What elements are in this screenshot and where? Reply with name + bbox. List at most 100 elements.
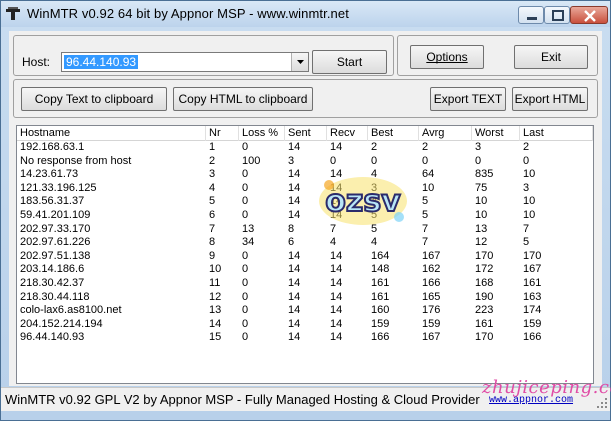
copy-html-button[interactable]: Copy HTML to clipboard [173, 87, 313, 111]
maximize-button[interactable] [544, 6, 570, 24]
cell-nr: 12 [209, 290, 222, 303]
table-row[interactable]: 59.41.201.109601414551010 [17, 209, 593, 223]
column-header-hostname[interactable]: Hostname [17, 126, 206, 141]
main-panel: Host: 96.44.140.93 Start Options Exit Co… [9, 31, 602, 386]
table-row[interactable]: 218.30.44.118 12 0 14 14 161 165 190 163 [17, 291, 593, 305]
cell-loss: 0 [242, 263, 249, 276]
cell-nr: 15 [209, 331, 222, 344]
cell-nr: 2 [209, 154, 216, 167]
table-row[interactable]: 204.152.214.194 14 0 14 14 159 159 161 159 [17, 318, 593, 332]
cell-worst: 223 [475, 304, 494, 317]
table-row[interactable]: 202.97.51.138 9 0 14 14 164 167 170 170 [17, 250, 593, 264]
cell-avrg: 7 [422, 236, 429, 249]
cell-nr: 7 [209, 222, 216, 235]
cell-loss: 0 [242, 249, 249, 262]
cell-sent: 14 [288, 263, 301, 276]
minimize-icon [527, 17, 537, 20]
cell-hostname: colo-lax6.as8100.net [20, 304, 122, 317]
close-button[interactable] [570, 6, 608, 24]
column-header-sent[interactable]: Sent [285, 126, 327, 141]
cell-hostname: 59.41.201.109 [20, 209, 91, 221]
cell-recv: 14 [330, 249, 343, 262]
cell-last: 0 [523, 154, 530, 167]
column-header-loss[interactable]: Loss % [239, 126, 285, 141]
minimize-button[interactable] [518, 6, 544, 24]
cell-best: 159 [371, 317, 390, 330]
cell-worst: 170 [475, 249, 494, 262]
cell-recv: 14 [330, 141, 343, 153]
combo-dropdown-button[interactable] [291, 53, 308, 71]
cell-avrg: 176 [422, 304, 441, 317]
column-header-last[interactable]: Last [520, 126, 593, 141]
cell-recv: 14 [330, 277, 343, 289]
table-header: Hostname Nr Loss % Sent Recv Best Avrg Worst Las… [17, 126, 593, 141]
cell-hostname: 204.152.214.194 [20, 317, 103, 330]
host-input[interactable]: 96.44.140.93 [64, 55, 139, 69]
cell-hostname: 96.44.140.93 [20, 331, 85, 344]
table-row[interactable]: 183.56.31.37501414451010 [17, 195, 593, 209]
start-button[interactable]: Start [312, 50, 387, 74]
column-header-nr[interactable]: Nr [206, 126, 239, 141]
cell-best: 166 [371, 331, 390, 344]
cell-worst: 13 [475, 222, 488, 235]
cell-recv: 14 [330, 290, 343, 303]
trace-results-table[interactable]: Hostname Nr Loss % Sent Recv Best Avrg Worst Las… [16, 125, 594, 384]
table-row[interactable]: 14.23.61.73 3 0 14 14 4 64 835 10 [17, 168, 593, 182]
column-header-worst[interactable]: Worst [472, 126, 520, 141]
table-row[interactable]: 121.33.196.125401414310753 [17, 182, 593, 196]
cell-loss: 0 [242, 195, 249, 208]
cell-hostname: 218.30.44.118 [20, 290, 90, 303]
cell-hostname: 202.97.51.138 [20, 249, 91, 262]
cell-sent: 14 [288, 277, 301, 289]
copy-text-button[interactable]: Copy Text to clipboard [21, 87, 167, 111]
cell-worst: 10 [475, 209, 488, 221]
options-button[interactable]: Options [410, 45, 484, 69]
cell-last: 10 [523, 168, 536, 181]
cell-nr: 14 [209, 317, 222, 330]
cell-avrg: 166 [422, 277, 441, 289]
host-combobox[interactable]: 96.44.140.93 [61, 52, 309, 72]
cell-loss: 0 [242, 290, 249, 303]
cell-worst: 10 [475, 195, 488, 208]
cell-loss: 100 [242, 154, 261, 167]
cell-best: 148 [371, 263, 390, 276]
cell-last: 5 [523, 236, 530, 249]
table-row[interactable]: 202.97.33.170 7 13 8 7 5 7 13 7 [17, 223, 593, 237]
chevron-down-icon [297, 60, 304, 64]
title-bar[interactable]: WinMTR v0.92 64 bit by Appnor MSP - www.… [1, 1, 610, 27]
cell-loss: 0 [242, 317, 249, 330]
cell-avrg: 64 [422, 168, 435, 181]
cell-nr: 6 [209, 209, 216, 221]
table-row[interactable]: 192.168.63.1 1 0 14 14 2 2 3 2 [17, 141, 593, 155]
table-row[interactable]: 218.30.42.37 11 0 14 14 161 166 168 161 [17, 277, 593, 291]
cell-last: 159 [523, 317, 542, 330]
cell-recv: 14 [330, 263, 343, 276]
table-row[interactable]: 96.44.140.93 15 0 14 14 166 167 170 166 [17, 331, 593, 345]
cell-nr: 1 [209, 141, 216, 153]
cell-loss: 0 [242, 304, 249, 317]
cell-nr: 4 [209, 181, 216, 194]
resize-grip-icon[interactable] [596, 397, 608, 409]
exit-button[interactable]: Exit [514, 45, 588, 69]
table-row[interactable]: 203.14.186.6 10 0 14 14 148 162 172 167 [17, 263, 593, 277]
column-header-recv[interactable]: Recv [327, 126, 368, 141]
cell-last: 10 [523, 209, 536, 221]
cell-hostname: 202.97.33.170 [20, 222, 91, 235]
cell-worst: 172 [475, 263, 494, 276]
cell-recv: 0 [330, 154, 337, 167]
cell-avrg: 159 [422, 317, 441, 330]
cell-sent: 14 [288, 209, 301, 221]
cell-hostname: 218.30.42.37 [20, 277, 85, 289]
column-header-best[interactable]: Best [368, 126, 419, 141]
table-row[interactable]: colo-lax6.as8100.net 13 0 14 14 160 176 223 174 [17, 304, 593, 318]
host-group: Host: 96.44.140.93 Start [13, 35, 394, 76]
table-row[interactable]: 202.97.61.226 8 34 6 4 4 7 12 5 [17, 236, 593, 250]
cell-hostname: No response from host [20, 154, 132, 167]
cell-sent: 14 [288, 304, 301, 317]
cell-loss: 34 [242, 236, 255, 249]
export-text-button[interactable]: Export TEXT [430, 87, 506, 111]
cell-last: 167 [523, 263, 542, 276]
column-header-avrg[interactable]: Avrg [419, 126, 472, 141]
export-html-button[interactable]: Export HTML [512, 87, 588, 111]
table-row[interactable]: No response from host 2 100 3 0 0 0 0 0 [17, 155, 593, 169]
